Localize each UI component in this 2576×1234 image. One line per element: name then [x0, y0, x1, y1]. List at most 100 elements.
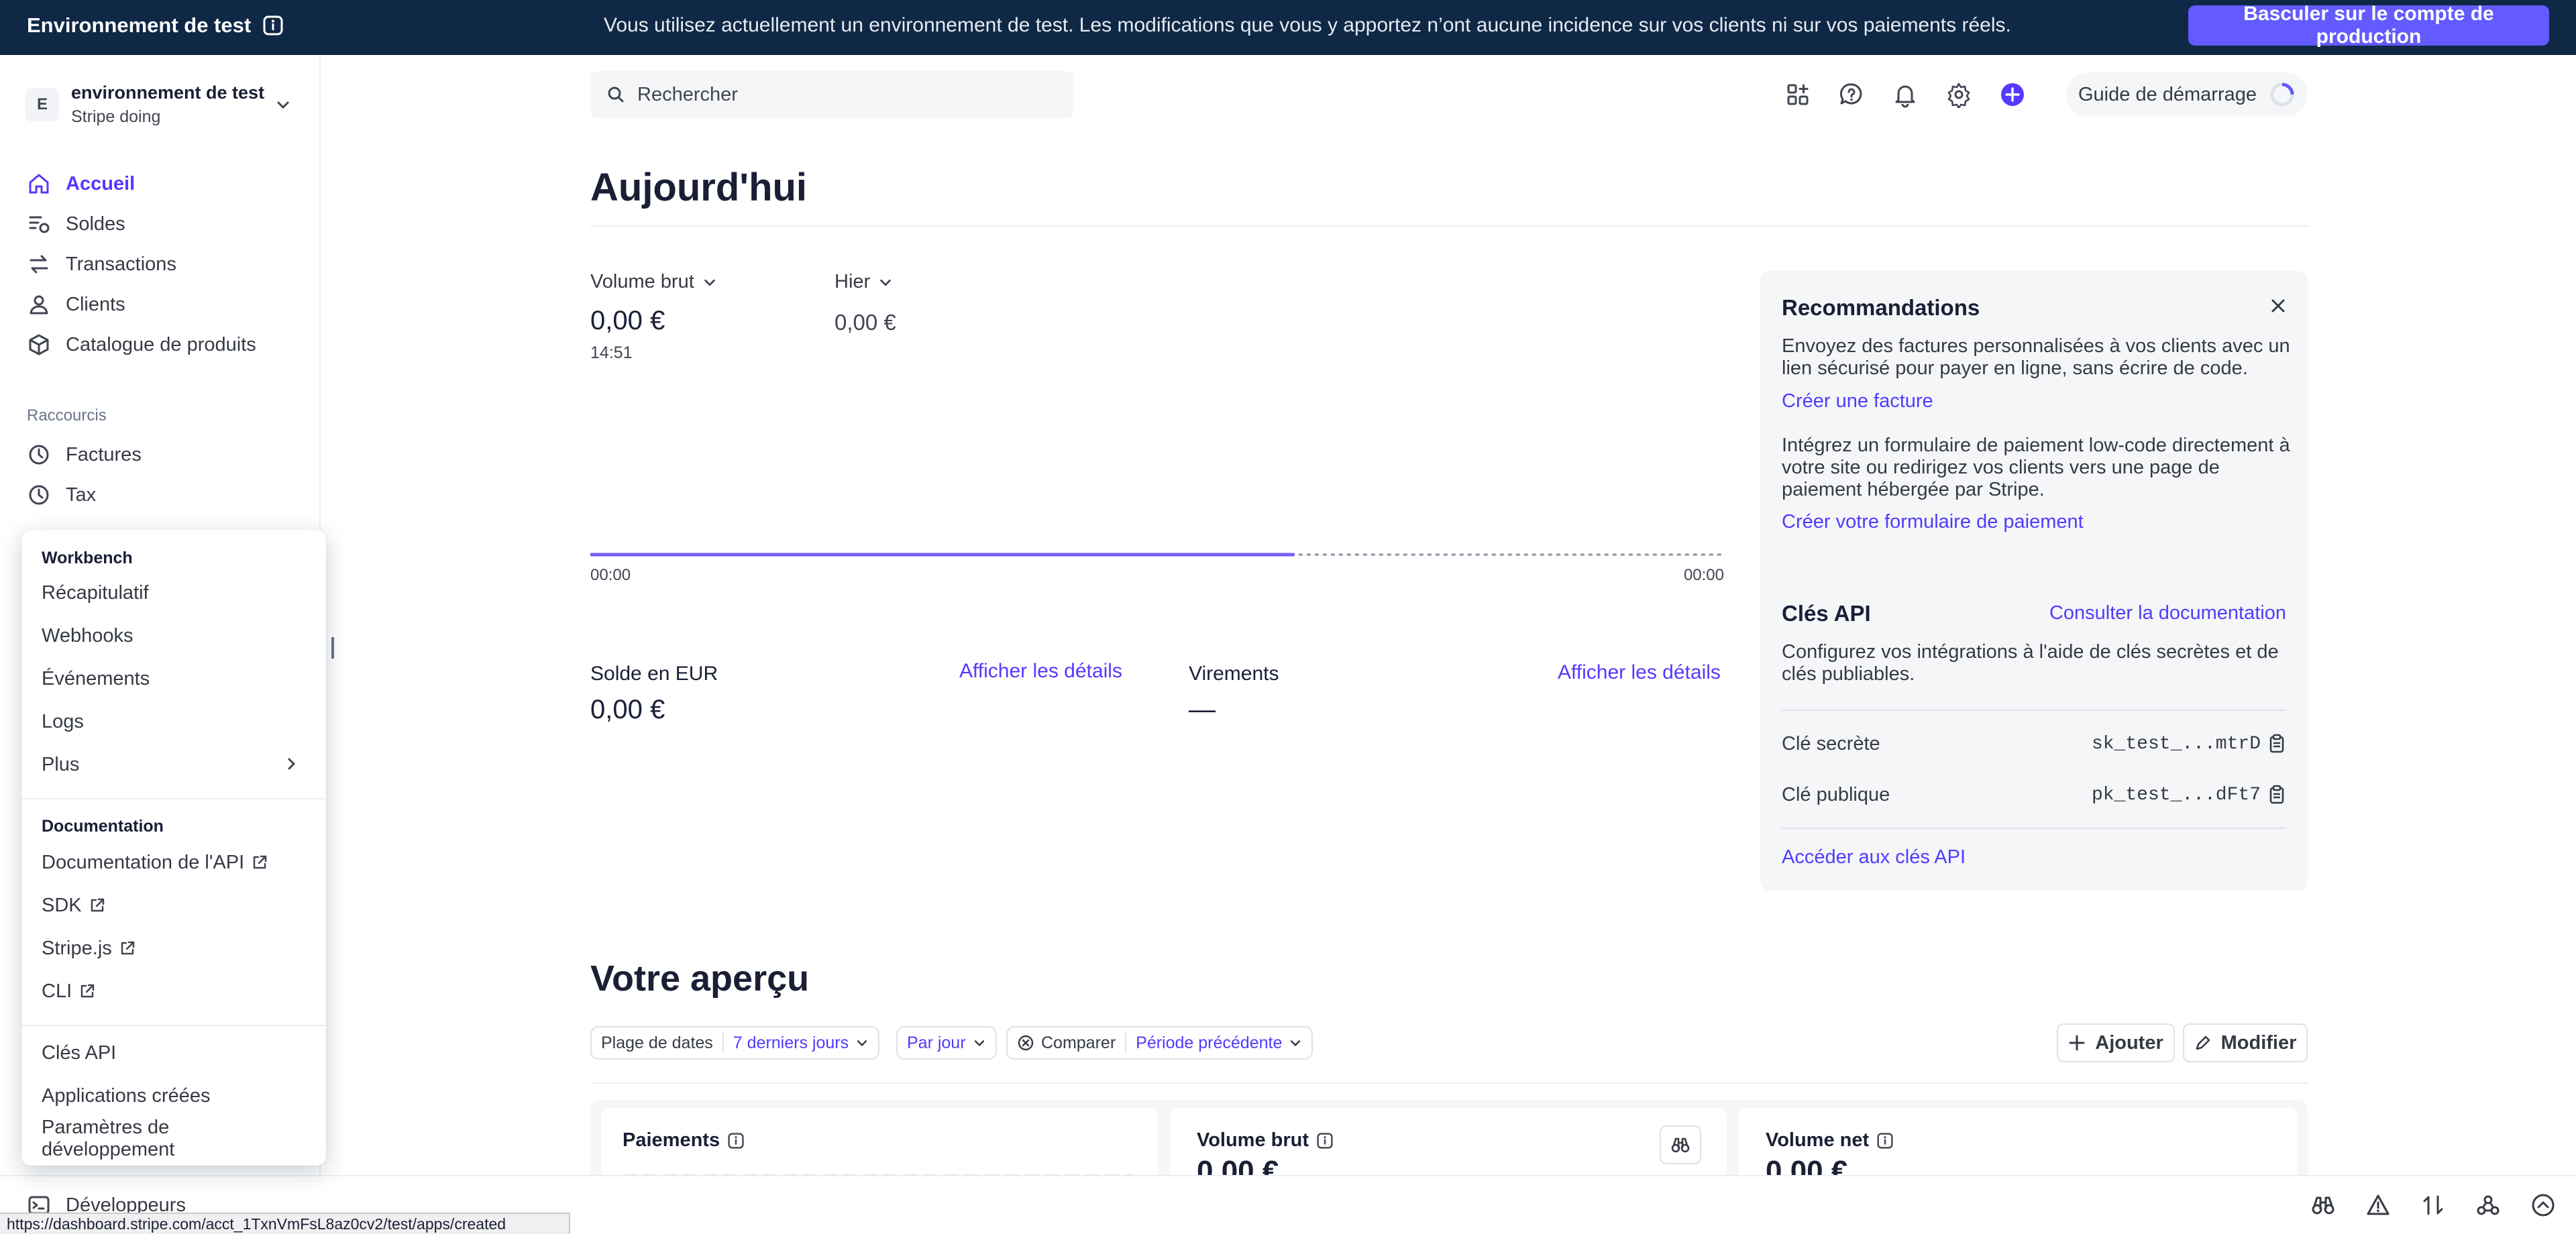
account-name: environnement de test...: [71, 82, 266, 103]
compare-filter-value: Période précédente: [1136, 1033, 1283, 1052]
apps-icon[interactable]: [1784, 81, 1811, 108]
external-link-icon: [89, 897, 106, 914]
info-icon[interactable]: [263, 15, 283, 36]
public-key-row: Clé publique pk_test_...dFt7: [1782, 779, 2286, 810]
menu-item-plus[interactable]: Plus: [42, 746, 307, 783]
secret-key-row: Clé secrète sk_test_...mtrD: [1782, 728, 2286, 759]
metric-selector[interactable]: Volume brut: [590, 271, 717, 293]
bottom-toolbar-icons: [2310, 1176, 2556, 1234]
chevron-right-icon: [283, 756, 299, 772]
recommendation-invoice-text: Envoyez des factures personnalisées à vo…: [1782, 335, 2290, 379]
menu-item-label: Stripe.js: [42, 937, 112, 959]
env-title: Environnement de test: [27, 0, 283, 51]
search-icon: [606, 85, 625, 104]
switch-to-production-button[interactable]: Basculer sur le compte de production: [2188, 3, 2549, 48]
chevron-down-icon: [973, 1036, 986, 1050]
title-divider: [590, 225, 2308, 227]
shortcut-label: Tax: [66, 484, 97, 506]
menu-item-webhooks[interactable]: Webhooks: [42, 617, 307, 655]
card-divider: [1782, 828, 2286, 829]
bell-icon[interactable]: [1892, 81, 1919, 108]
edit-overview-button[interactable]: Modifier: [2183, 1023, 2308, 1062]
env-title-text: Environnement de test: [27, 13, 252, 37]
menu-item-stripejs[interactable]: Stripe.js: [42, 930, 307, 967]
account-subtitle: Stripe doing: [71, 107, 161, 126]
status-bar-url: https://dashboard.stripe.com/acct_1TxnVm…: [0, 1213, 570, 1234]
compare-filter[interactable]: Comparer Période précédente: [1006, 1026, 1313, 1060]
create-payment-form-link[interactable]: Créer votre formulaire de paiement: [1782, 511, 2084, 533]
sidebar-item-accueil[interactable]: Accueil: [27, 164, 295, 204]
menu-item-created-apps[interactable]: Applications créées: [42, 1077, 307, 1115]
overview-title: Votre aperçu: [590, 958, 810, 999]
explore-button[interactable]: [1660, 1125, 1701, 1164]
info-icon[interactable]: [1317, 1132, 1333, 1149]
menu-item-recapitulatif[interactable]: Récapitulatif: [42, 574, 307, 612]
secret-key-label: Clé secrète: [1782, 732, 1880, 754]
eur-balance-value: 0,00 €: [590, 695, 665, 724]
sidebar-item-clients[interactable]: Clients: [27, 284, 295, 325]
menu-item-evenements[interactable]: Événements: [42, 660, 307, 697]
search-bar[interactable]: [590, 71, 1073, 118]
chevron-down-icon: [1289, 1036, 1302, 1050]
chevron-up-circle-icon[interactable]: [2530, 1192, 2556, 1218]
menu-item-label: Événements: [42, 667, 150, 689]
help-icon[interactable]: [1838, 81, 1865, 108]
banner-message: Vous utilisez actuellement un environnem…: [604, 14, 2011, 36]
public-key-value-box[interactable]: pk_test_...dFt7: [2091, 779, 2286, 810]
sidebar-item-label: Soldes: [66, 213, 125, 235]
sort-arrows-icon[interactable]: [2420, 1192, 2446, 1218]
gear-icon[interactable]: [1945, 81, 1972, 108]
compare-selector[interactable]: Hier: [835, 271, 893, 293]
webhook-icon[interactable]: [2475, 1192, 2501, 1218]
shortcut-label: Factures: [66, 443, 142, 465]
remove-circle-icon[interactable]: [1017, 1034, 1034, 1052]
pencil-icon: [2194, 1034, 2212, 1052]
shortcuts-heading: Raccourcis: [27, 406, 107, 425]
menu-item-sdk[interactable]: SDK: [42, 887, 307, 924]
sidebar-item-transactions[interactable]: Transactions: [27, 244, 295, 284]
info-icon[interactable]: [728, 1132, 744, 1149]
info-icon[interactable]: [1877, 1132, 1893, 1149]
clipboard-icon[interactable]: [2267, 785, 2286, 805]
public-key-value: pk_test_...dFt7: [2091, 784, 2261, 805]
add-widget-button[interactable]: Ajouter: [2057, 1023, 2175, 1062]
close-icon[interactable]: [2269, 296, 2288, 315]
sidebar-item-soldes[interactable]: Soldes: [27, 204, 295, 244]
clipboard-icon[interactable]: [2267, 734, 2286, 754]
binoculars-icon[interactable]: [2310, 1192, 2336, 1218]
menu-heading-documentation: Documentation: [42, 817, 164, 836]
warning-icon[interactable]: [2365, 1192, 2391, 1218]
account-switcher[interactable]: E environnement de test... Stripe doing: [25, 72, 294, 137]
page-title: Aujourd'hui: [590, 166, 808, 209]
scrollbar-handle[interactable]: [331, 637, 334, 659]
sidebar-item-catalogue[interactable]: Catalogue de produits: [27, 325, 295, 365]
menu-item-api-docs[interactable]: Documentation de l'API: [42, 844, 307, 881]
compare-selector-label: Hier: [835, 271, 871, 292]
payouts-details-link[interactable]: Afficher les détails: [1558, 661, 1721, 684]
sidebar-item-label: Accueil: [66, 172, 136, 194]
metric-selector-label: Volume brut: [590, 271, 694, 292]
create-invoice-link[interactable]: Créer une facture: [1782, 390, 1933, 412]
search-input[interactable]: [637, 83, 1053, 106]
menu-item-label: Paramètres de développement: [42, 1117, 175, 1160]
menu-item-api-keys[interactable]: Clés API: [42, 1034, 307, 1072]
chevron-down-icon: [878, 275, 893, 290]
sidebar-item-label: Transactions: [66, 253, 176, 275]
create-plus-icon[interactable]: [1999, 81, 2026, 108]
granularity-filter[interactable]: Par jour: [896, 1026, 997, 1060]
api-docs-link[interactable]: Consulter la documentation: [2049, 602, 2286, 624]
account-avatar: E: [25, 88, 59, 121]
shortcut-factures[interactable]: Factures: [27, 435, 295, 475]
recommendations-card: Recommandations Envoyez des factures per…: [1760, 271, 2308, 891]
date-range-filter[interactable]: Plage de dates 7 derniers jours: [590, 1026, 880, 1060]
setup-guide-button[interactable]: Guide de démarrage: [2066, 72, 2308, 117]
menu-item-cli[interactable]: CLI: [42, 972, 307, 1010]
secret-key-value-box[interactable]: sk_test_...mtrD: [2091, 728, 2286, 759]
home-icon: [27, 172, 51, 196]
eur-balance-details-link[interactable]: Afficher les détails: [959, 660, 1122, 683]
api-keys-link[interactable]: Accéder aux clés API: [1782, 846, 1966, 868]
shortcut-tax[interactable]: Tax: [27, 475, 295, 515]
external-link-icon: [78, 983, 96, 1000]
menu-item-dev-settings[interactable]: Paramètres de développement: [42, 1117, 307, 1160]
menu-item-logs[interactable]: Logs: [42, 703, 307, 740]
